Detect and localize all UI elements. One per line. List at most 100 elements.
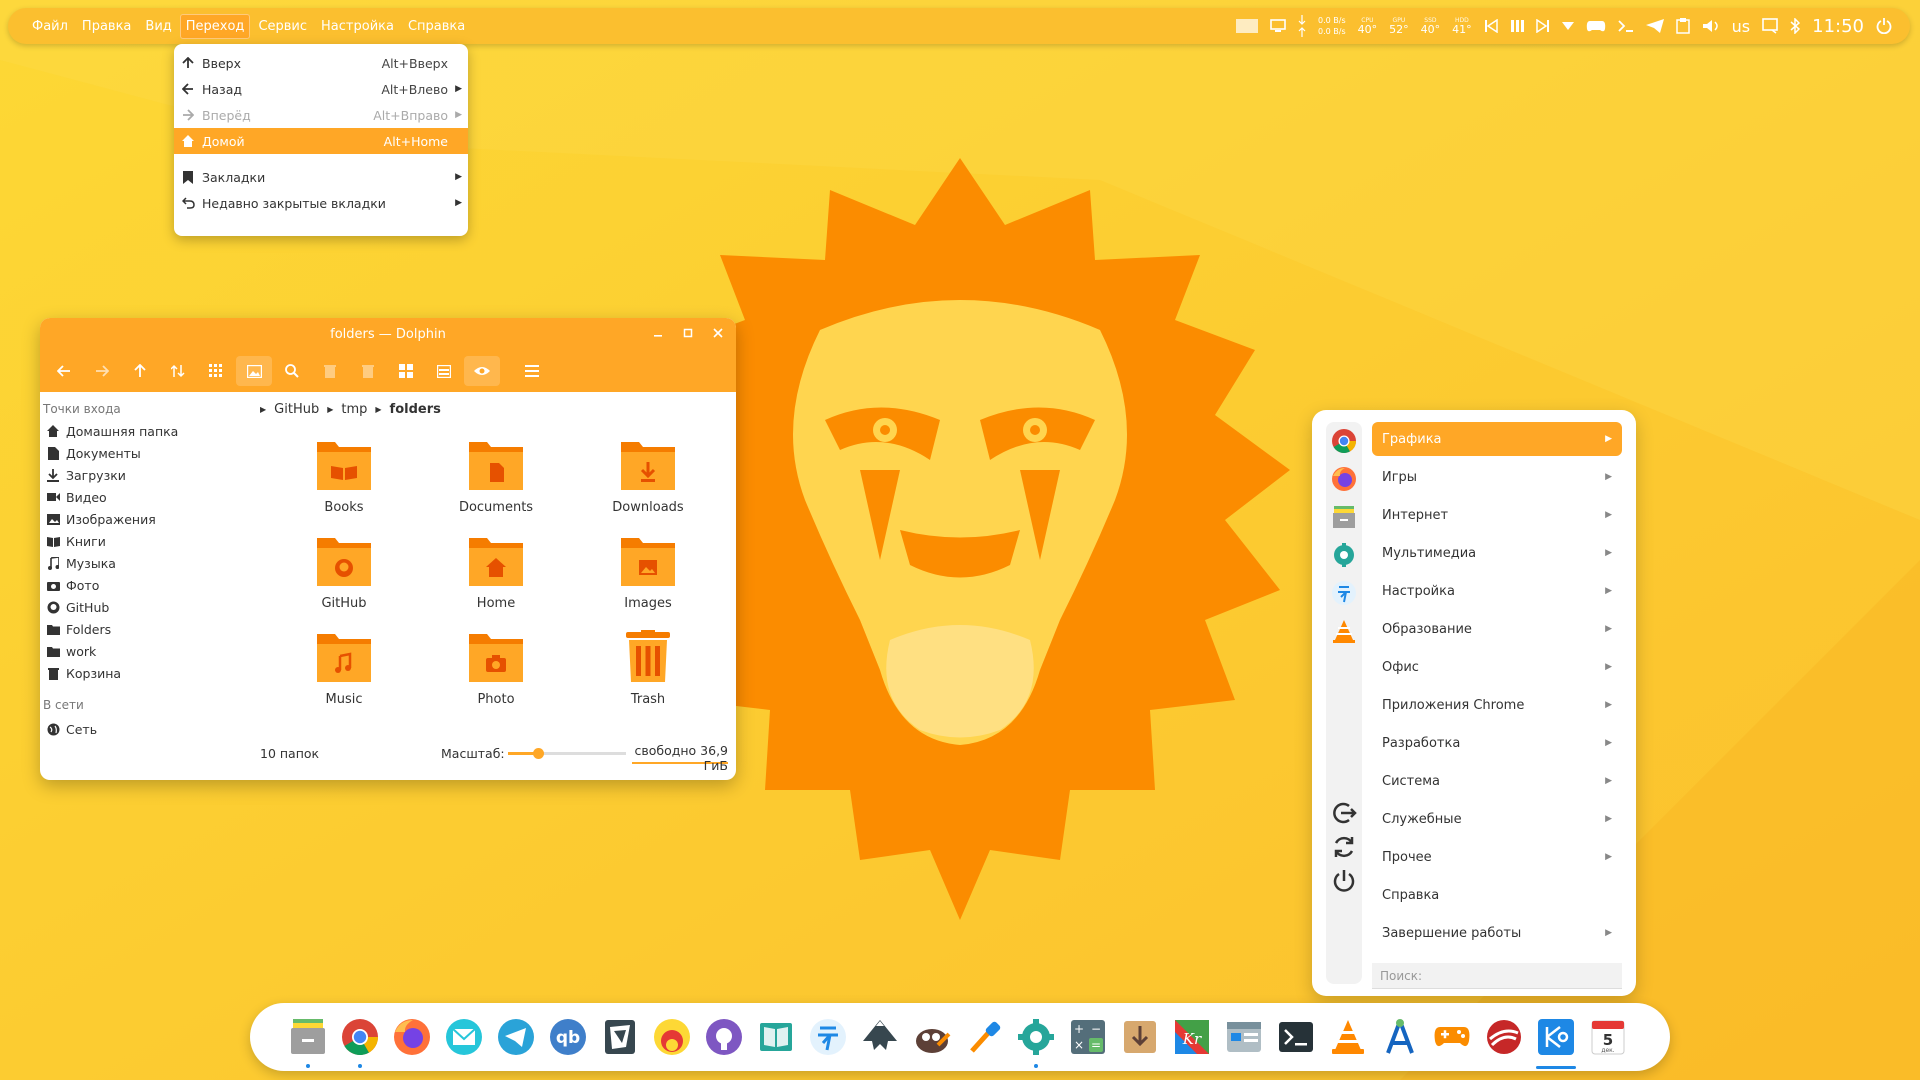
go-menu-recent-tabs[interactable]: Недавно закрытые вкладки ▶	[174, 190, 468, 216]
breadcrumb-item[interactable]: tmp	[341, 402, 367, 417]
media-next-icon[interactable]	[1535, 19, 1550, 33]
calculator-icon[interactable]: + − × =	[1066, 1015, 1110, 1059]
place-trash[interactable]: Корзина	[40, 662, 248, 684]
power-icon[interactable]	[1329, 866, 1359, 896]
logout-icon[interactable]	[1329, 798, 1359, 828]
place-pictures[interactable]: Изображения	[40, 508, 248, 530]
place-videos[interactable]: Видео	[40, 486, 248, 508]
terminal-icon[interactable]	[1274, 1015, 1318, 1059]
place-documents[interactable]: Документы	[40, 442, 248, 464]
vlc-icon[interactable]	[1326, 1015, 1370, 1059]
trash-button[interactable]	[312, 356, 348, 386]
split-view-button[interactable]	[388, 356, 424, 386]
close-icon[interactable]	[712, 327, 724, 341]
panel-button[interactable]	[426, 356, 462, 386]
file-manager-icon[interactable]	[1329, 502, 1359, 532]
category-internet[interactable]: Интернет ▶	[1372, 498, 1622, 532]
place-downloads[interactable]: Загрузки	[40, 464, 248, 486]
gnome-web-icon[interactable]	[650, 1015, 694, 1059]
hamburger-menu-button[interactable]	[514, 356, 550, 386]
chrome-icon[interactable]	[338, 1015, 382, 1068]
place-photos[interactable]: Фото	[40, 574, 248, 596]
telegram-icon[interactable]	[494, 1015, 538, 1059]
file-item-music[interactable]: Music	[268, 630, 420, 726]
calendar-icon[interactable]: 5 дек.	[1586, 1015, 1630, 1059]
color-picker-icon[interactable]	[962, 1015, 1006, 1059]
file-item-trash[interactable]: Trash	[572, 630, 724, 726]
krita-icon[interactable]: Kr	[1170, 1015, 1214, 1059]
place-music[interactable]: Музыка	[40, 552, 248, 574]
menu-go[interactable]: Переход	[179, 13, 251, 39]
menu-edit[interactable]: Правка	[76, 14, 137, 39]
mail-icon[interactable]	[442, 1015, 486, 1059]
file-item-downloads[interactable]: Downloads	[572, 438, 724, 534]
qbittorrent-icon[interactable]: qb	[546, 1015, 590, 1059]
category-settings[interactable]: Настройка ▶	[1372, 574, 1622, 608]
archive-icon[interactable]	[1118, 1015, 1162, 1059]
window-titlebar[interactable]: folders — Dolphin	[40, 318, 736, 350]
games-icon[interactable]	[1430, 1015, 1474, 1059]
libreoffice-icon[interactable]	[598, 1015, 642, 1059]
back-button[interactable]	[46, 356, 82, 386]
media-previous-icon[interactable]	[1484, 19, 1498, 33]
place-folders[interactable]: Folders	[40, 618, 248, 640]
menu-view[interactable]: Вид	[139, 14, 177, 39]
window-preview-icon[interactable]	[1236, 19, 1259, 33]
file-item-books[interactable]: Books	[268, 438, 420, 534]
file-item-github[interactable]: GitHub	[268, 534, 420, 630]
up-button[interactable]	[122, 356, 158, 386]
go-menu-back[interactable]: Назад Alt+Влево ▶	[174, 76, 468, 102]
breadcrumb-item[interactable]: GitHub	[274, 402, 319, 417]
delete-button[interactable]	[350, 356, 386, 386]
media-pause-icon[interactable]	[1510, 19, 1524, 33]
search-button[interactable]	[274, 356, 310, 386]
file-item-documents[interactable]: Documents	[420, 438, 572, 534]
hidden-files-button[interactable]	[464, 356, 500, 386]
place-github[interactable]: GitHub	[40, 596, 248, 618]
vlc-icon[interactable]	[1329, 616, 1359, 646]
zoom-slider-handle[interactable]	[533, 748, 544, 759]
inkscape-icon[interactable]	[858, 1015, 902, 1059]
bluetooth-icon[interactable]	[1790, 18, 1801, 34]
kdeconnect-icon[interactable]	[1329, 578, 1359, 608]
go-menu-forward[interactable]: Вперёд Alt+Вправо ▶	[174, 102, 468, 128]
power-icon[interactable]	[1876, 18, 1892, 34]
place-books[interactable]: Книги	[40, 530, 248, 552]
gimp-icon[interactable]	[910, 1015, 954, 1059]
keyboard-layout[interactable]: us	[1732, 17, 1750, 36]
zoom-slider[interactable]	[508, 748, 626, 759]
display-icon[interactable]	[1270, 19, 1286, 33]
menu-file[interactable]: Файл	[26, 14, 74, 39]
kde-icon[interactable]	[1534, 1015, 1578, 1069]
category-other[interactable]: Прочее ▶	[1372, 840, 1622, 874]
minimize-icon[interactable]	[652, 327, 664, 341]
category-system[interactable]: Система ▶	[1372, 764, 1622, 798]
category-development[interactable]: Разработка ▶	[1372, 726, 1622, 760]
kdeconnect-icon[interactable]	[806, 1015, 850, 1059]
breadcrumb-current[interactable]: folders	[390, 402, 441, 417]
category-utilities[interactable]: Служебные ▶	[1372, 802, 1622, 836]
menu-settings[interactable]: Настройка	[315, 14, 400, 39]
free-space[interactable]: свободно 36,9 ГиБ	[632, 740, 728, 773]
category-shutdown[interactable]: Завершение работы ▶	[1372, 916, 1622, 950]
go-menu-up[interactable]: Вверх Alt+Вверх	[174, 50, 468, 76]
place-work[interactable]: work	[40, 640, 248, 662]
notifications-icon[interactable]	[1762, 18, 1778, 34]
book-reader-icon[interactable]	[754, 1015, 798, 1059]
go-menu-bookmarks[interactable]: Закладки ▶	[174, 164, 468, 190]
category-help[interactable]: Справка	[1372, 878, 1622, 912]
category-graphics[interactable]: Графика ▶	[1372, 422, 1622, 456]
file-item-home[interactable]: Home	[420, 534, 572, 630]
clipboard-icon[interactable]	[1675, 18, 1690, 34]
preview-button[interactable]	[236, 356, 272, 386]
gamepad-icon[interactable]	[1586, 19, 1606, 33]
tutanota-icon[interactable]	[1482, 1015, 1526, 1059]
clock[interactable]: 11:50	[1812, 16, 1864, 37]
category-games[interactable]: Игры ▶	[1372, 460, 1622, 494]
chevron-down-icon[interactable]	[1561, 22, 1574, 30]
android-studio-icon[interactable]	[1378, 1015, 1422, 1059]
icons-view-button[interactable]	[198, 356, 234, 386]
telegram-tray-icon[interactable]	[1645, 19, 1664, 33]
github-icon[interactable]	[702, 1015, 746, 1059]
menu-help[interactable]: Справка	[402, 14, 471, 39]
